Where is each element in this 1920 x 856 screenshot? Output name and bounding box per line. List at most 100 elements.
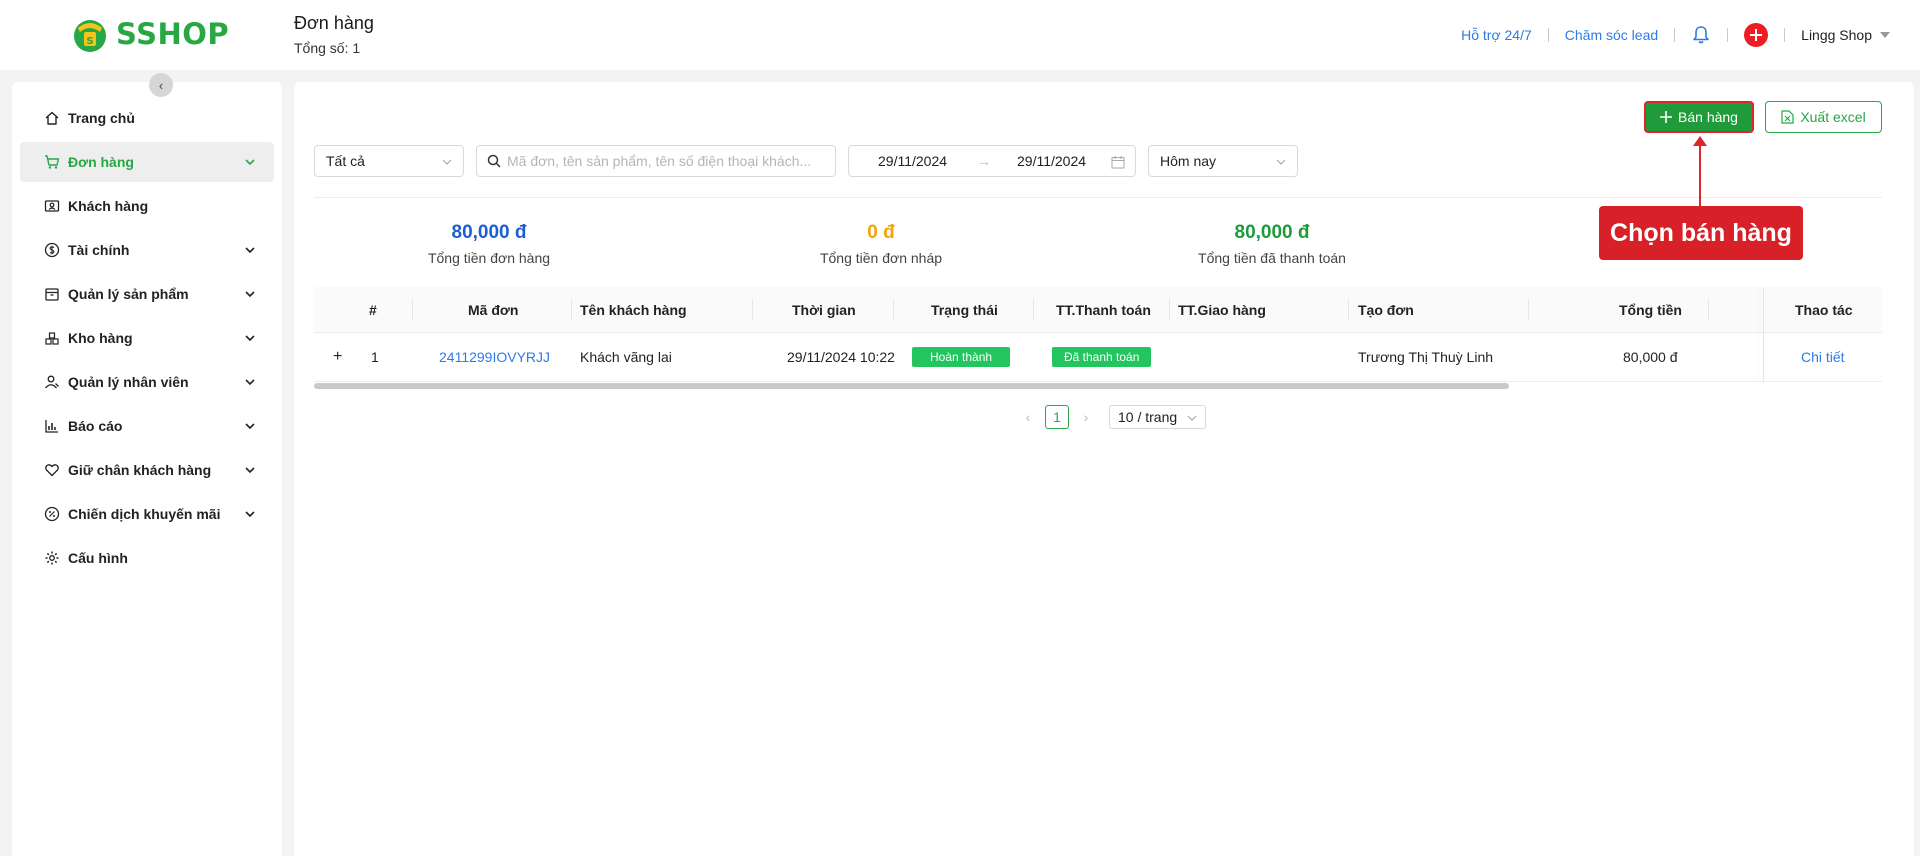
table-horizontal-scrollbar[interactable]: [314, 383, 1509, 389]
page-number-current[interactable]: 1: [1045, 405, 1069, 429]
stat-value: 0 đ: [867, 222, 895, 243]
orders-table: # Mã đơn Tên khách hàng Thời gian Trạng …: [314, 287, 1882, 382]
callout-arrow-head-icon: [1693, 136, 1707, 146]
col-payment-status[interactable]: TT.Thanh toán: [1056, 287, 1151, 332]
excel-file-icon: [1781, 110, 1794, 124]
column-separator: [752, 299, 753, 321]
date-to[interactable]: 29/11/2024: [1017, 153, 1086, 169]
date-range-picker[interactable]: 29/11/2024 → 29/11/2024: [848, 145, 1136, 177]
date-from[interactable]: 29/11/2024: [878, 153, 947, 169]
export-excel-label: Xuất excel: [1800, 109, 1866, 125]
order-search-box[interactable]: [476, 145, 836, 177]
chevron-down-icon[interactable]: [244, 464, 256, 476]
header-divider: [1674, 28, 1676, 42]
sidebar-item-label: Quản lý nhân viên: [68, 374, 189, 390]
discount-icon: [44, 506, 60, 522]
order-detail-link[interactable]: Chi tiết: [1801, 333, 1845, 381]
chevron-down-icon[interactable]: [244, 376, 256, 388]
sidebar-item-label: Chiến dịch khuyến mãi: [68, 506, 221, 522]
order-status-badge: Hoàn thành: [912, 333, 1011, 381]
sidebar-item-4[interactable]: Tài chính: [20, 230, 274, 270]
sidebar-item-8[interactable]: Báo cáo: [20, 406, 274, 446]
order-total: 80,000 đ: [1623, 349, 1678, 365]
chevron-down-icon[interactable]: [244, 156, 256, 168]
page-title: Đơn hàng: [294, 13, 374, 33]
sidebar-collapse-button[interactable]: ‹: [149, 73, 173, 97]
next-page-icon[interactable]: ›: [1077, 409, 1095, 425]
header-divider: [1727, 28, 1729, 42]
export-excel-button[interactable]: Xuất excel: [1765, 101, 1882, 133]
col-time[interactable]: Thời gian: [792, 287, 856, 332]
summary-stat: 80,000 đ Tổng tiền đơn hàng: [349, 222, 629, 266]
col-delivery-status[interactable]: TT.Giao hàng: [1178, 287, 1266, 332]
caret-down-icon[interactable]: [1880, 32, 1890, 38]
sticky-column-edge: [1763, 287, 1764, 382]
chevron-down-icon[interactable]: [244, 508, 256, 520]
period-filter-select[interactable]: Hôm nay: [1148, 145, 1298, 177]
shop-name[interactable]: Lingg Shop: [1801, 27, 1872, 43]
col-total[interactable]: Tổng tiền: [1619, 287, 1682, 332]
sidebar-item-7[interactable]: Quản lý nhân viên: [20, 362, 274, 402]
sidebar-nav: Trang chủ Đơn hàng Khách hàng Tài chính Quản…: [20, 98, 274, 582]
sidebar-item-1[interactable]: Trang chủ: [20, 98, 274, 138]
chevron-down-icon[interactable]: [244, 332, 256, 344]
sidebar: Trang chủ Đơn hàng Khách hàng Tài chính Quản…: [12, 82, 282, 856]
page-total-count: Tổng số: 1: [294, 40, 361, 56]
chevron-down-icon[interactable]: [244, 288, 256, 300]
prev-page-icon[interactable]: ‹: [1019, 409, 1037, 425]
order-time: 29/11/2024 10:22: [787, 349, 895, 365]
sidebar-item-5[interactable]: Quản lý sản phẩm: [20, 274, 274, 314]
bar-chart-icon: [45, 420, 58, 433]
page-size-select[interactable]: 10 / trang: [1109, 405, 1207, 429]
row-expand-button[interactable]: +: [333, 333, 342, 381]
status-filter-select[interactable]: Tất cả: [314, 145, 464, 177]
order-status-text: Hoàn thành: [912, 347, 1011, 367]
table-row[interactable]: + 1 2411299IOVYRJJ Khách vãng lai 29/11/…: [314, 333, 1882, 382]
search-icon: [487, 154, 501, 168]
calendar-icon: [1111, 156, 1125, 169]
sidebar-item-9[interactable]: Giữ chân khách hàng: [20, 450, 274, 490]
filter-divider: [314, 197, 1882, 198]
bell-icon[interactable]: [1691, 25, 1711, 45]
plus-icon: [1660, 111, 1673, 123]
main-panel: Bán hàng Xuất excel Tất cả 29/11/2024 → …: [294, 82, 1914, 856]
customer-card-icon: [44, 200, 60, 212]
chevron-down-icon[interactable]: [244, 244, 256, 256]
sidebar-item-10[interactable]: Chiến dịch khuyến mãi: [20, 494, 274, 534]
sidebar-item-3[interactable]: Khách hàng: [20, 186, 274, 226]
column-separator: [412, 299, 413, 321]
chevron-down-icon[interactable]: [244, 420, 256, 432]
col-status[interactable]: Trạng thái: [931, 287, 998, 332]
order-search-input[interactable]: [507, 153, 827, 169]
status-filter-value: Tất cả: [326, 153, 365, 169]
support-link[interactable]: Hỗ trợ 24/7: [1461, 27, 1532, 43]
chevron-left-icon: ‹: [158, 77, 164, 93]
brand-logo[interactable]: S SSHOP: [70, 14, 229, 54]
col-created-by[interactable]: Tạo đơn: [1358, 287, 1414, 332]
col-order-code[interactable]: Mã đơn: [468, 287, 518, 332]
col-action: Thao tác: [1795, 301, 1853, 318]
sale-button[interactable]: Bán hàng: [1644, 101, 1754, 133]
row-index: 1: [371, 349, 379, 365]
lead-care-link[interactable]: Chăm sóc lead: [1565, 27, 1658, 43]
order-code-link[interactable]: 2411299IOVYRJJ: [439, 333, 550, 381]
quick-add-icon[interactable]: [1744, 23, 1769, 47]
sidebar-item-11[interactable]: Cấu hình: [20, 538, 274, 578]
callout-arrow-line: [1699, 140, 1701, 207]
sidebar-item-label: Khách hàng: [68, 198, 149, 214]
top-header: S SSHOP Đơn hàng Tổng số: 1 Hỗ trợ 24/7 …: [0, 0, 1920, 70]
sidebar-item-6[interactable]: Kho hàng: [20, 318, 274, 358]
summary-stat: 0 đ Tổng tiền đơn nháp: [741, 222, 1021, 266]
col-customer-name[interactable]: Tên khách hàng: [580, 287, 687, 332]
page-size-value: 10 / trang: [1118, 409, 1178, 425]
column-separator: [1169, 299, 1170, 321]
chevron-down-icon: [1187, 415, 1197, 421]
stat-label: Tổng tiền đơn nháp: [819, 250, 943, 266]
payment-status-badge: Đã thanh toán: [1052, 333, 1152, 381]
arrow-right-icon: →: [977, 153, 991, 169]
sale-button-label: Bán hàng: [1678, 109, 1738, 125]
column-separator: [1708, 299, 1709, 321]
sidebar-item-2[interactable]: Đơn hàng: [20, 142, 274, 182]
dollar-circle-icon: [44, 242, 60, 258]
payment-status-text: Đã thanh toán: [1052, 347, 1152, 367]
